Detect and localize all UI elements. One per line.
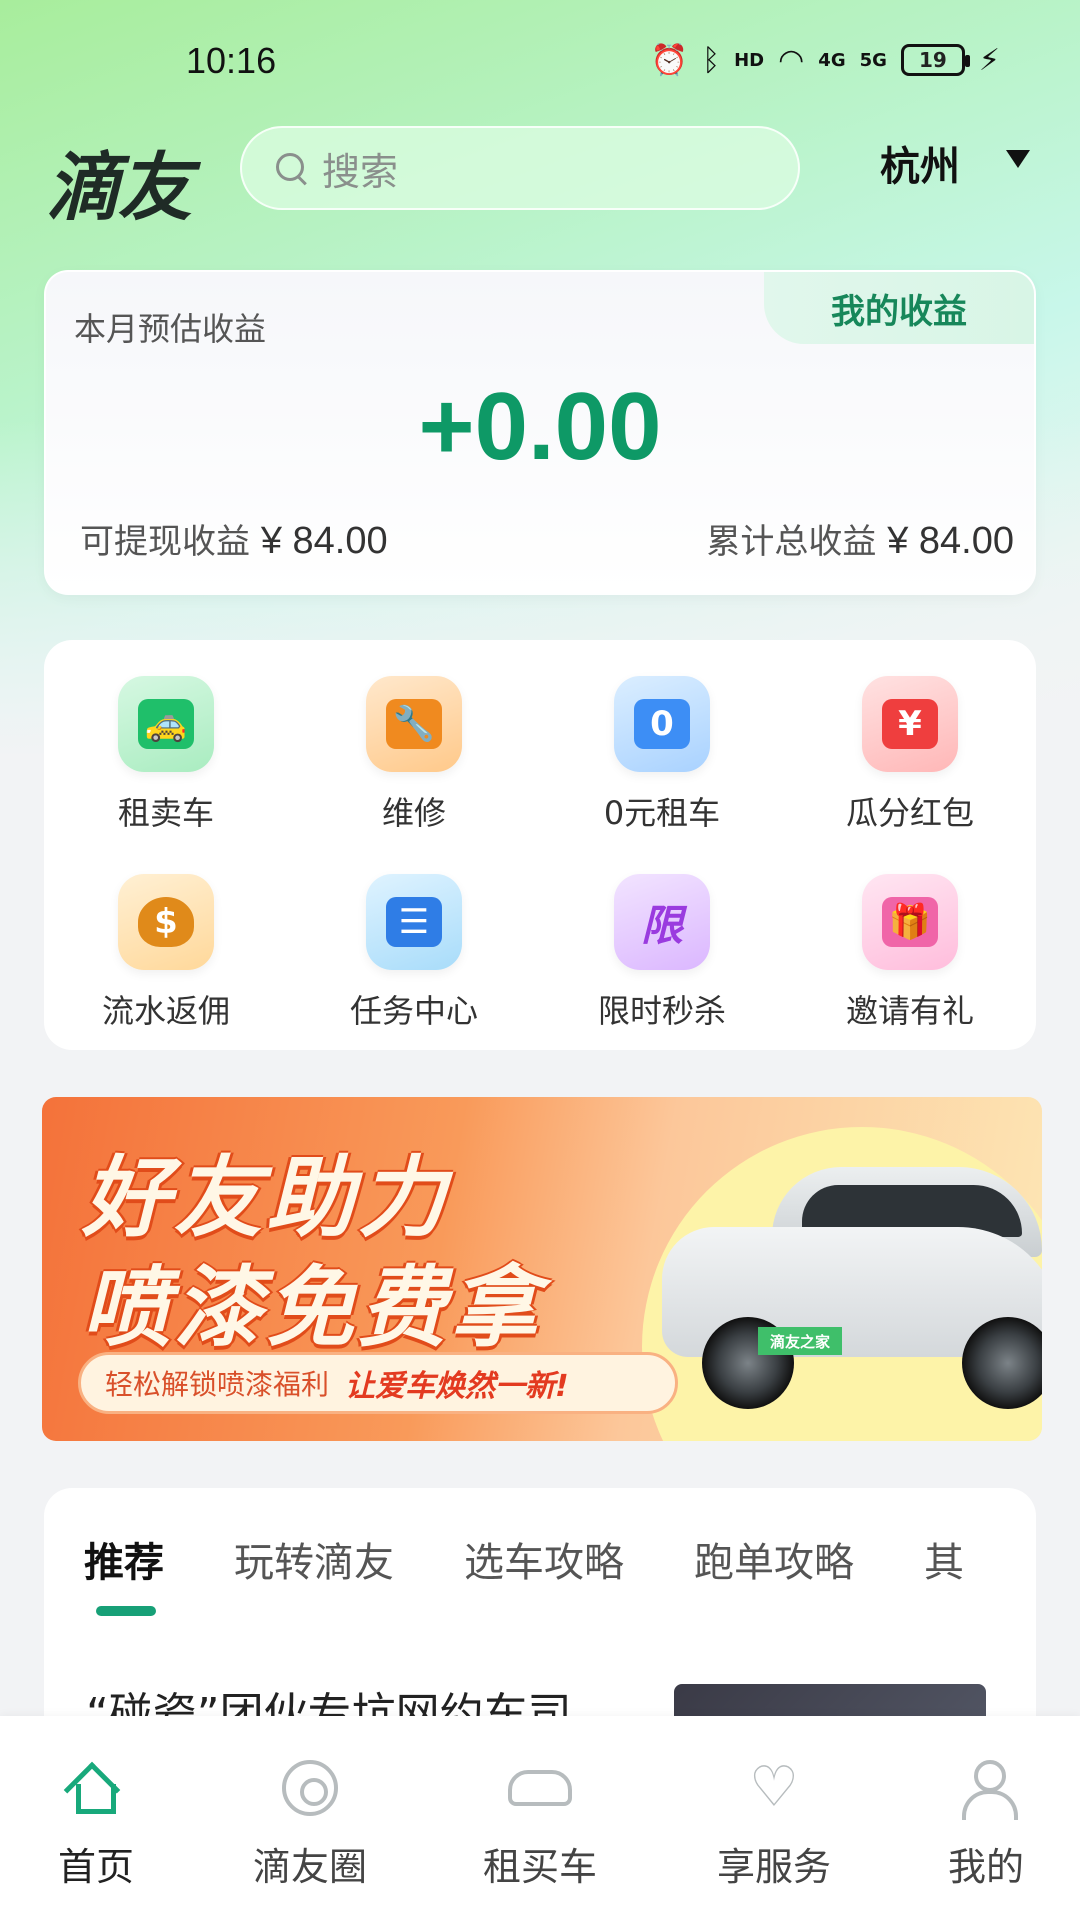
my-earnings-tab[interactable]: 我的收益: [764, 272, 1034, 344]
feature-label: 0元租车: [603, 794, 721, 832]
car-image: 滴友之家: [662, 1157, 1042, 1417]
repair-icon: 🔧: [366, 676, 462, 772]
feature-commission[interactable]: $ 流水返佣: [66, 874, 266, 1044]
hd-icon: HD: [734, 49, 765, 71]
banner-subtitle-b: 让爱车焕然一新!: [345, 1369, 569, 1404]
status-time: 10:16: [186, 40, 277, 81]
tab-play-diyou[interactable]: 玩转滴友: [234, 1530, 394, 1588]
feature-label: 任务中心: [349, 992, 478, 1030]
total-value: ¥ 84.00: [887, 520, 1014, 562]
promo-banner[interactable]: 好友助力 喷漆免费拿 轻松解锁喷漆福利 让爱车焕然一新! 滴友之家: [42, 1097, 1042, 1441]
nav-community[interactable]: 滴友圈: [230, 1756, 390, 1891]
tab-other[interactable]: 其: [924, 1530, 964, 1588]
red-envelope-icon: ¥: [862, 676, 958, 772]
money-bag-icon: $: [118, 874, 214, 970]
total-label: 累计总收益: [706, 522, 877, 562]
feature-label: 限时秒杀: [597, 992, 726, 1030]
zero-rent-icon: 0: [614, 676, 710, 772]
withdrawable-value: ¥ 84.00: [260, 520, 388, 562]
caret-down-icon[interactable]: [1006, 150, 1030, 168]
header: 滴友 搜索 杭州: [0, 120, 1080, 231]
nav-rent-buy-car[interactable]: 租买车: [460, 1756, 620, 1891]
alarm-icon: ⏰: [650, 42, 689, 78]
tab-car-guide[interactable]: 选车攻略: [464, 1530, 624, 1588]
earnings-card[interactable]: 我的收益 本月预估收益 +0.00 可提现收益 ¥ 84.00 累计总收益 ¥ …: [44, 270, 1036, 595]
tab-active-indicator: [96, 1606, 156, 1616]
bottom-nav: 首页 滴友圈 租买车 ♡ 享服务 我的: [0, 1716, 1080, 1920]
wifi-icon: ◠: [778, 42, 805, 78]
feature-label: 租卖车: [117, 794, 214, 832]
tab-recommend[interactable]: 推荐: [84, 1530, 164, 1588]
car-plate: 滴友之家: [758, 1327, 842, 1355]
bluetooth-icon: ᛒ: [702, 42, 721, 78]
feature-flash-sale[interactable]: 限 限时秒杀: [562, 874, 762, 1044]
task-list-icon: ☰: [366, 874, 462, 970]
battery-icon: 19: [900, 44, 970, 76]
nav-label: 租买车: [482, 1845, 597, 1889]
total-earnings: 累计总收益 ¥ 84.00: [706, 514, 1014, 563]
feature-label: 流水返佣: [101, 992, 230, 1030]
5g-signal-icon: 5G: [859, 49, 887, 71]
feature-zero-rent[interactable]: 0 0元租车: [562, 676, 762, 846]
my-earnings-label: 我的收益: [831, 291, 967, 332]
app-logo: 滴友: [46, 145, 192, 231]
4g-signal-icon: 4G: [818, 49, 846, 71]
nav-label: 首页: [57, 1845, 134, 1889]
gift-icon: 🎁: [862, 874, 958, 970]
user-icon: [954, 1756, 1018, 1820]
community-icon: [278, 1756, 342, 1820]
taxi-icon: 🚕: [118, 676, 214, 772]
feature-red-envelope[interactable]: ¥ 瓜分红包: [810, 676, 1010, 846]
city-selector[interactable]: 杭州: [880, 134, 960, 192]
status-icons: ⏰ ᛒ HD ◠ 4G 5G 19 ⚡: [651, 40, 1000, 80]
heart-icon: ♡: [748, 1755, 800, 1820]
feature-label: 瓜分红包: [845, 794, 974, 832]
feature-invite-gift[interactable]: 🎁 邀请有礼: [810, 874, 1010, 1044]
nav-label: 我的: [947, 1845, 1024, 1889]
feature-repair[interactable]: 🔧 维修: [314, 676, 514, 846]
search-icon: [274, 151, 308, 185]
feature-label: 维修: [381, 794, 446, 832]
feature-rent-sell-car[interactable]: 🚕 租卖车: [66, 676, 266, 846]
withdrawable-earnings: 可提现收益 ¥ 84.00: [80, 514, 388, 563]
banner-subtitle-a: 轻松解锁喷漆福利: [105, 1368, 330, 1401]
banner-subtitle: 轻松解锁喷漆福利 让爱车焕然一新!: [78, 1352, 678, 1414]
flash-sale-icon: 限: [614, 874, 710, 970]
nav-home[interactable]: 首页: [16, 1756, 176, 1891]
car-rear-wheel: [962, 1317, 1042, 1409]
banner-title-line2: 喷漆免费拿: [82, 1256, 543, 1359]
feature-label: 邀请有礼: [845, 992, 974, 1030]
banner-title-line1: 好友助力: [82, 1146, 451, 1249]
search-input[interactable]: 搜索: [240, 126, 800, 210]
nav-services[interactable]: ♡ 享服务: [694, 1756, 854, 1891]
car-icon: [508, 1756, 572, 1820]
nav-label: 滴友圈: [252, 1845, 367, 1889]
tab-order-guide[interactable]: 跑单攻略: [694, 1530, 854, 1588]
news-tabs: 推荐 玩转滴友 选车攻略 跑单攻略 其: [84, 1530, 964, 1588]
withdrawable-label: 可提现收益: [80, 522, 250, 562]
feature-grid: 🚕 租卖车 🔧 维修 0 0元租车 ¥ 瓜分红包 $ 流水返佣 ☰ 任务中心 限…: [44, 640, 1036, 1050]
nav-mine[interactable]: 我的: [906, 1756, 1066, 1891]
month-estimate-amount: +0.00: [418, 373, 662, 480]
month-estimate-label: 本月预估收益: [74, 310, 267, 348]
status-bar: 10:16 ⏰ ᛒ HD ◠ 4G 5G 19 ⚡: [0, 0, 1080, 120]
nav-label: 享服务: [716, 1845, 831, 1889]
search-placeholder: 搜索: [322, 149, 399, 194]
home-icon: [63, 1756, 128, 1820]
feature-task-center[interactable]: ☰ 任务中心: [314, 874, 514, 1044]
charging-icon: ⚡: [978, 42, 1000, 78]
